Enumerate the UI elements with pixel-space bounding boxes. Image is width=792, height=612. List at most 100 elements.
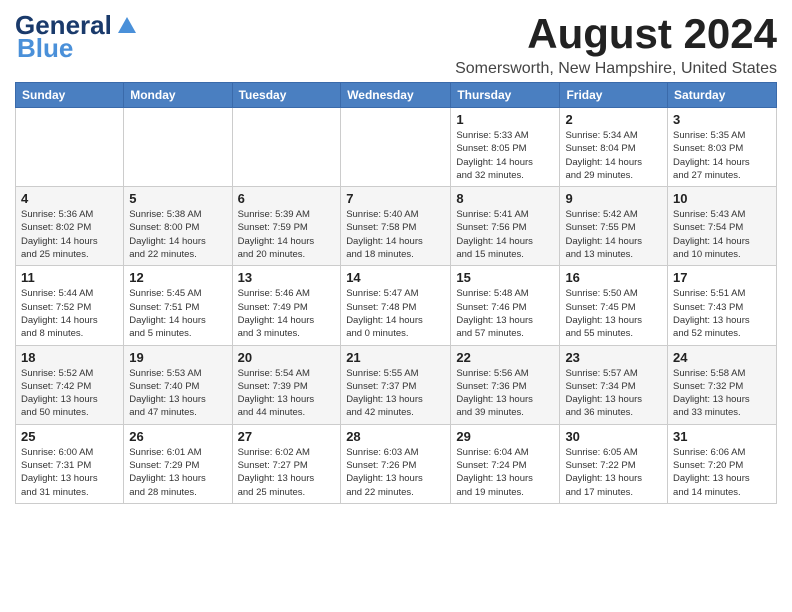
day-info: Sunrise: 5:44 AM Sunset: 7:52 PM Dayligh… xyxy=(21,287,118,340)
calendar-cell: 9Sunrise: 5:42 AM Sunset: 7:55 PM Daylig… xyxy=(560,187,668,266)
logo: General Blue xyxy=(15,10,138,64)
day-info: Sunrise: 6:04 AM Sunset: 7:24 PM Dayligh… xyxy=(456,446,554,499)
day-number: 21 xyxy=(346,350,445,365)
day-number: 22 xyxy=(456,350,554,365)
calendar-cell: 30 Sunrise: 6:05 AM Sunset: 7:22 PM Dayli… xyxy=(560,424,668,503)
day-number: 31 xyxy=(673,429,771,444)
calendar-cell: 14Sunrise: 5:47 AM Sunset: 7:48 PM Dayli… xyxy=(341,266,451,345)
day-number: 4 xyxy=(21,191,118,206)
calendar-week-row: 11Sunrise: 5:44 AM Sunset: 7:52 PM Dayli… xyxy=(16,266,777,345)
day-info: Sunrise: 6:03 AM Sunset: 7:26 PM Dayligh… xyxy=(346,446,445,499)
calendar-cell xyxy=(124,108,232,187)
day-info: Sunrise: 5:56 AM Sunset: 7:36 PM Dayligh… xyxy=(456,367,554,420)
calendar-cell: 21 Sunrise: 5:55 AM Sunset: 7:37 PM Dayli… xyxy=(341,345,451,424)
calendar-cell: 27 Sunrise: 6:02 AM Sunset: 7:27 PM Dayli… xyxy=(232,424,341,503)
day-of-week-header: Tuesday xyxy=(232,83,341,108)
calendar-cell: 28 Sunrise: 6:03 AM Sunset: 7:26 PM Dayli… xyxy=(341,424,451,503)
calendar-cell: 10 Sunrise: 5:43 AM Sunset: 7:54 PM Dayli… xyxy=(668,187,777,266)
calendar-cell: 20Sunrise: 5:54 AM Sunset: 7:39 PM Dayli… xyxy=(232,345,341,424)
day-of-week-header: Sunday xyxy=(16,83,124,108)
day-number: 9 xyxy=(565,191,662,206)
day-number: 23 xyxy=(565,350,662,365)
day-info: Sunrise: 5:58 AM Sunset: 7:32 PM Dayligh… xyxy=(673,367,771,420)
day-of-week-header: Monday xyxy=(124,83,232,108)
calendar-cell: 15 Sunrise: 5:48 AM Sunset: 7:46 PM Dayli… xyxy=(451,266,560,345)
day-info: Sunrise: 5:55 AM Sunset: 7:37 PM Dayligh… xyxy=(346,367,445,420)
calendar-cell: 23Sunrise: 5:57 AM Sunset: 7:34 PM Dayli… xyxy=(560,345,668,424)
calendar-cell: 24Sunrise: 5:58 AM Sunset: 7:32 PM Dayli… xyxy=(668,345,777,424)
day-number: 15 xyxy=(456,270,554,285)
calendar-cell: 7 Sunrise: 5:40 AM Sunset: 7:58 PM Daylig… xyxy=(341,187,451,266)
logo-icon xyxy=(116,15,138,37)
day-number: 12 xyxy=(129,270,226,285)
calendar-cell xyxy=(16,108,124,187)
day-info: Sunrise: 5:41 AM Sunset: 7:56 PM Dayligh… xyxy=(456,208,554,261)
day-number: 26 xyxy=(129,429,226,444)
day-info: Sunrise: 5:38 AM Sunset: 8:00 PM Dayligh… xyxy=(129,208,226,261)
day-info: Sunrise: 6:06 AM Sunset: 7:20 PM Dayligh… xyxy=(673,446,771,499)
calendar-cell: 8 Sunrise: 5:41 AM Sunset: 7:56 PM Daylig… xyxy=(451,187,560,266)
calendar-week-row: 4 Sunrise: 5:36 AM Sunset: 8:02 PM Daylig… xyxy=(16,187,777,266)
day-info: Sunrise: 5:39 AM Sunset: 7:59 PM Dayligh… xyxy=(238,208,336,261)
day-info: Sunrise: 6:02 AM Sunset: 7:27 PM Dayligh… xyxy=(238,446,336,499)
day-number: 6 xyxy=(238,191,336,206)
day-info: Sunrise: 5:47 AM Sunset: 7:48 PM Dayligh… xyxy=(346,287,445,340)
calendar-cell: 26 Sunrise: 6:01 AM Sunset: 7:29 PM Dayli… xyxy=(124,424,232,503)
day-number: 7 xyxy=(346,191,445,206)
day-of-week-header: Friday xyxy=(560,83,668,108)
calendar-cell xyxy=(232,108,341,187)
day-info: Sunrise: 6:00 AM Sunset: 7:31 PM Dayligh… xyxy=(21,446,118,499)
day-number: 25 xyxy=(21,429,118,444)
day-info: Sunrise: 5:34 AM Sunset: 8:04 PM Dayligh… xyxy=(565,129,662,182)
day-number: 5 xyxy=(129,191,226,206)
calendar-cell: 2 Sunrise: 5:34 AM Sunset: 8:04 PM Daylig… xyxy=(560,108,668,187)
day-info: Sunrise: 6:05 AM Sunset: 7:22 PM Dayligh… xyxy=(565,446,662,499)
calendar-cell: 18 Sunrise: 5:52 AM Sunset: 7:42 PM Dayli… xyxy=(16,345,124,424)
day-info: Sunrise: 6:01 AM Sunset: 7:29 PM Dayligh… xyxy=(129,446,226,499)
day-info: Sunrise: 5:52 AM Sunset: 7:42 PM Dayligh… xyxy=(21,367,118,420)
calendar-cell: 11Sunrise: 5:44 AM Sunset: 7:52 PM Dayli… xyxy=(16,266,124,345)
location-title: Somersworth, New Hampshire, United State… xyxy=(455,60,777,78)
day-number: 30 xyxy=(565,429,662,444)
day-number: 2 xyxy=(565,112,662,127)
day-info: Sunrise: 5:48 AM Sunset: 7:46 PM Dayligh… xyxy=(456,287,554,340)
calendar-week-row: 18 Sunrise: 5:52 AM Sunset: 7:42 PM Dayli… xyxy=(16,345,777,424)
day-number: 18 xyxy=(21,350,118,365)
calendar-cell: 31 Sunrise: 6:06 AM Sunset: 7:20 PM Dayli… xyxy=(668,424,777,503)
day-of-week-header: Wednesday xyxy=(341,83,451,108)
day-number: 1 xyxy=(456,112,554,127)
day-number: 10 xyxy=(673,191,771,206)
day-number: 28 xyxy=(346,429,445,444)
day-number: 8 xyxy=(456,191,554,206)
calendar-table: SundayMondayTuesdayWednesdayThursdayFrid… xyxy=(15,82,777,504)
day-number: 19 xyxy=(129,350,226,365)
calendar-cell: 12Sunrise: 5:45 AM Sunset: 7:51 PM Dayli… xyxy=(124,266,232,345)
day-number: 3 xyxy=(673,112,771,127)
day-number: 20 xyxy=(238,350,336,365)
calendar-cell: 6 Sunrise: 5:39 AM Sunset: 7:59 PM Daylig… xyxy=(232,187,341,266)
day-of-week-header: Thursday xyxy=(451,83,560,108)
day-of-week-header: Saturday xyxy=(668,83,777,108)
day-number: 29 xyxy=(456,429,554,444)
day-number: 27 xyxy=(238,429,336,444)
calendar-cell: 13Sunrise: 5:46 AM Sunset: 7:49 PM Dayli… xyxy=(232,266,341,345)
month-title: August 2024 xyxy=(455,10,777,58)
day-info: Sunrise: 5:36 AM Sunset: 8:02 PM Dayligh… xyxy=(21,208,118,261)
calendar-cell: 22 Sunrise: 5:56 AM Sunset: 7:36 PM Dayli… xyxy=(451,345,560,424)
calendar-cell: 16Sunrise: 5:50 AM Sunset: 7:45 PM Dayli… xyxy=(560,266,668,345)
title-area: August 2024 Somersworth, New Hampshire, … xyxy=(455,10,777,78)
calendar-cell: 4 Sunrise: 5:36 AM Sunset: 8:02 PM Daylig… xyxy=(16,187,124,266)
day-info: Sunrise: 5:46 AM Sunset: 7:49 PM Dayligh… xyxy=(238,287,336,340)
day-info: Sunrise: 5:50 AM Sunset: 7:45 PM Dayligh… xyxy=(565,287,662,340)
logo-blue: Blue xyxy=(17,33,73,64)
calendar-cell: 29 Sunrise: 6:04 AM Sunset: 7:24 PM Dayli… xyxy=(451,424,560,503)
calendar-cell xyxy=(341,108,451,187)
calendar-cell: 19Sunrise: 5:53 AM Sunset: 7:40 PM Dayli… xyxy=(124,345,232,424)
day-info: Sunrise: 5:40 AM Sunset: 7:58 PM Dayligh… xyxy=(346,208,445,261)
day-number: 17 xyxy=(673,270,771,285)
calendar-cell: 25 Sunrise: 6:00 AM Sunset: 7:31 PM Dayli… xyxy=(16,424,124,503)
day-info: Sunrise: 5:43 AM Sunset: 7:54 PM Dayligh… xyxy=(673,208,771,261)
calendar-cell: 17Sunrise: 5:51 AM Sunset: 7:43 PM Dayli… xyxy=(668,266,777,345)
days-header-row: SundayMondayTuesdayWednesdayThursdayFrid… xyxy=(16,83,777,108)
calendar-cell: 5 Sunrise: 5:38 AM Sunset: 8:00 PM Daylig… xyxy=(124,187,232,266)
